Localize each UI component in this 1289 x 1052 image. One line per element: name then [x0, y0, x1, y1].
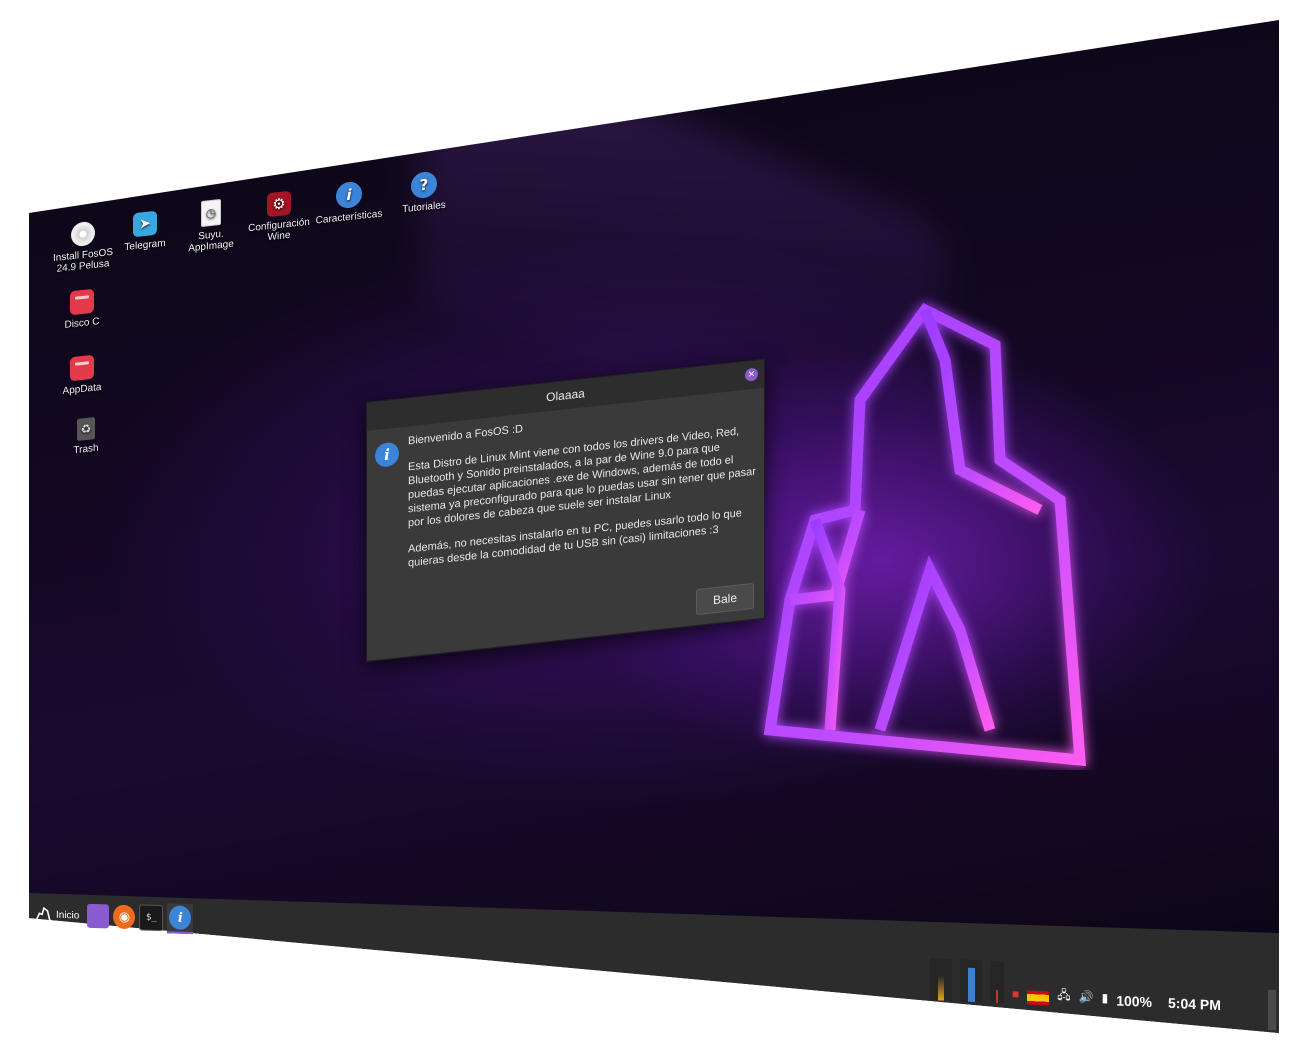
- firefox-icon[interactable]: ◉: [113, 904, 136, 930]
- start-label: Inicio: [56, 909, 80, 921]
- cpu-graph[interactable]: [930, 958, 952, 1001]
- info-icon: i: [336, 180, 362, 210]
- taskbar-active-window[interactable]: i: [167, 903, 194, 935]
- dialog-message: Bienvenido a FosOS :D Esta Distro de Lin…: [408, 396, 758, 582]
- telegram-icon: ➤: [133, 210, 157, 238]
- folder-icon: [70, 354, 94, 382]
- bale-button[interactable]: Bale: [696, 582, 754, 616]
- help-icon: ?: [411, 170, 437, 200]
- battery-icon[interactable]: ▮: [1102, 988, 1109, 1008]
- info-icon: i: [169, 905, 192, 931]
- network-graph[interactable]: [990, 960, 1004, 1004]
- clock[interactable]: 5:04 PM: [1168, 995, 1221, 1013]
- appimage-icon: ◷: [201, 198, 221, 228]
- start-menu-button[interactable]: Inicio: [34, 905, 79, 924]
- desktop-icon-tutoriales[interactable]: ? Tutoriales: [385, 168, 463, 217]
- info-icon: i: [375, 441, 399, 469]
- terminal-icon[interactable]: $_: [139, 904, 164, 932]
- trash-icon: ♻: [77, 417, 95, 441]
- folder-icon: [70, 288, 94, 316]
- desktop-icon-appdata[interactable]: AppData: [43, 352, 121, 399]
- desktop-icon-caracteristicas[interactable]: i Características: [310, 178, 388, 227]
- disc-icon: [71, 220, 95, 248]
- desktop-icon-disco-c[interactable]: Disco C: [43, 286, 121, 333]
- taskbar-left: Inicio ◉ $_ i: [0, 898, 194, 935]
- keyboard-layout-flag-icon[interactable]: [1027, 990, 1050, 1006]
- network-icon[interactable]: 🖧: [1057, 986, 1070, 1007]
- screenshot-stage: Install FosOS 24.9 Pelusa ➤ Telegram ◷ S…: [0, 0, 1289, 1052]
- dialog-title: Olaaaa: [546, 386, 585, 405]
- start-logo-icon: [34, 906, 52, 923]
- volume-icon[interactable]: 🔊: [1079, 987, 1094, 1008]
- memory-graph[interactable]: [960, 959, 982, 1003]
- welcome-dialog: Olaaaa ✕ i Bienvenido a FosOS :D Esta Di…: [366, 358, 765, 662]
- wine-config-icon: ⚙: [267, 190, 291, 218]
- fosos-mountain-logo: [763, 302, 1086, 767]
- close-icon[interactable]: ✕: [745, 367, 758, 382]
- show-desktop-button[interactable]: [1268, 990, 1276, 1030]
- files-icon[interactable]: [87, 903, 110, 929]
- desktop-icon-configuracion-wine[interactable]: ⚙ Configuración Wine: [240, 188, 318, 246]
- battery-percent: 100%: [1116, 992, 1153, 1011]
- wine-tray-icon[interactable]: ■: [1012, 984, 1019, 1004]
- desktop-icon-suyu-appimage[interactable]: ◷ Suyu. AppImage: [172, 196, 250, 256]
